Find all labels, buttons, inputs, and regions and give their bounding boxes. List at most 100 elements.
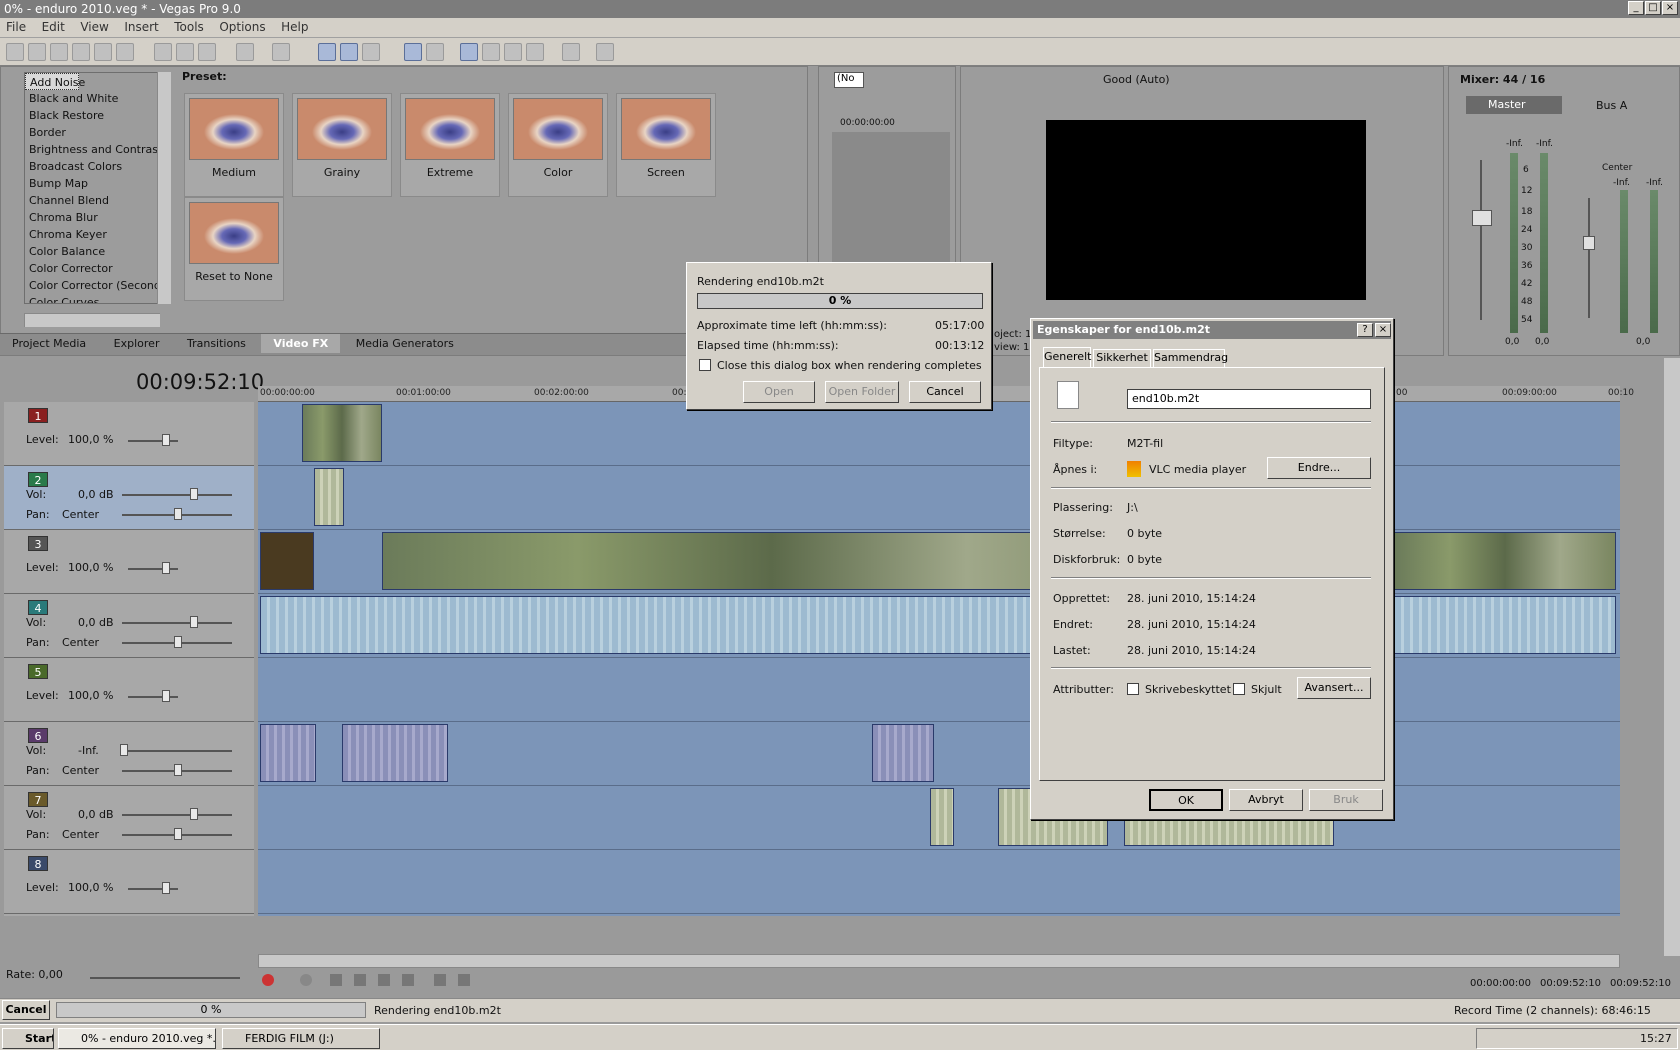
minimize-button[interactable]: _ (1628, 1, 1644, 15)
menu-view[interactable]: View (74, 18, 114, 34)
pan-slider[interactable] (174, 828, 182, 840)
menu-file[interactable]: File (0, 18, 32, 34)
preset-extreme[interactable]: Extreme (400, 93, 500, 197)
tab-generelt[interactable]: Generelt (1043, 347, 1091, 367)
play-from-start-icon[interactable] (330, 974, 342, 986)
zoom-tool-icon[interactable] (526, 43, 544, 61)
track-header-3[interactable]: 3 Level: 100,0 % (4, 530, 254, 594)
audio-clip[interactable] (260, 724, 316, 782)
fx-item[interactable]: Color Balance (25, 243, 159, 260)
bus-fader[interactable] (1583, 236, 1595, 250)
go-to-start-icon[interactable] (434, 974, 446, 986)
undo-icon[interactable] (236, 43, 254, 61)
save-as-icon[interactable] (72, 43, 90, 61)
track-header-6[interactable]: 6 Vol: -Inf. Pan: Center (4, 722, 254, 786)
audio-clip[interactable] (260, 596, 1160, 654)
pause-icon[interactable] (378, 974, 390, 986)
close-button[interactable]: × (1662, 1, 1678, 15)
timeline-vscrollbar[interactable] (1664, 358, 1680, 956)
tab-video-fx[interactable]: Video FX (261, 334, 341, 353)
pan-crop-icon[interactable] (562, 43, 580, 61)
video-clip[interactable] (302, 404, 382, 462)
tab-project-media[interactable]: Project Media (0, 334, 98, 353)
taskbar-item-vegas[interactable]: 0% - enduro 2010.veg *... (58, 1028, 216, 1049)
envelope-tool-icon[interactable] (482, 43, 500, 61)
fx-list-hscrollbar[interactable] (24, 313, 160, 327)
open-folder-button[interactable]: Open Folder (825, 381, 899, 403)
fx-item[interactable]: Bump Map (25, 175, 159, 192)
timeline-tracks[interactable] (258, 402, 1620, 916)
rate-slider[interactable] (90, 977, 240, 979)
menu-tools[interactable]: Tools (168, 18, 210, 34)
vol-slider[interactable] (190, 616, 198, 628)
preview-quality[interactable]: Good (Auto) (1103, 73, 1170, 86)
fx-item[interactable]: Chroma Keyer (25, 226, 159, 243)
level-slider[interactable] (162, 562, 170, 574)
properties-icon[interactable] (116, 43, 134, 61)
vol-slider[interactable] (190, 488, 198, 500)
help-cursor-icon[interactable] (596, 43, 614, 61)
audio-clip[interactable] (930, 788, 954, 846)
cancel-button[interactable]: Avbryt (1229, 789, 1303, 811)
video-clip[interactable] (1394, 532, 1616, 590)
preset-color[interactable]: Color (508, 93, 608, 197)
menu-insert[interactable]: Insert (118, 18, 164, 34)
change-button[interactable]: Endre... (1267, 457, 1371, 479)
fx-item[interactable]: Color Corrector (Secondary) (25, 277, 159, 294)
copy-icon[interactable] (176, 43, 194, 61)
audio-clip[interactable] (342, 724, 448, 782)
pan-value[interactable]: Center (62, 828, 99, 841)
selection-tool-icon[interactable] (504, 43, 522, 61)
filename-field[interactable]: end10b.m2t (1127, 389, 1371, 409)
track-header-4[interactable]: 4 Vol: 0,0 dB Pan: Center (4, 594, 254, 658)
audio-clip[interactable] (314, 468, 344, 526)
fx-item[interactable]: Black Restore (25, 107, 159, 124)
apply-button[interactable]: Bruk (1309, 789, 1383, 811)
tab-sikkerhet[interactable]: Sikkerhet (1093, 349, 1151, 367)
tab-sammendrag[interactable]: Sammendrag (1153, 349, 1228, 367)
tab-media-generators[interactable]: Media Generators (344, 334, 466, 353)
fx-item[interactable]: Channel Blend (25, 192, 159, 209)
vol-slider[interactable] (190, 808, 198, 820)
master-fader[interactable] (1472, 210, 1492, 226)
hidden-checkbox[interactable] (1233, 683, 1245, 695)
tab-transitions[interactable]: Transitions (175, 334, 258, 353)
open-button[interactable]: Open (743, 381, 815, 403)
pan-slider[interactable] (174, 764, 182, 776)
new-icon[interactable] (6, 43, 24, 61)
pan-slider[interactable] (174, 508, 182, 520)
render-icon[interactable] (94, 43, 112, 61)
track-header-2[interactable]: 2 Vol: 0,0 dB Pan: Center (4, 466, 254, 530)
save-icon[interactable] (50, 43, 68, 61)
track-header-7[interactable]: 7 Vol: 0,0 dB Pan: Center (4, 786, 254, 850)
loop-icon[interactable] (300, 974, 312, 986)
taskbar-item-explorer[interactable]: FERDIG FILM (J:) (222, 1028, 380, 1049)
fx-item[interactable]: Color Curves (25, 294, 159, 303)
menu-options[interactable]: Options (213, 18, 271, 34)
fx-item[interactable]: Add Noise (25, 73, 85, 90)
snap-icon[interactable] (318, 43, 336, 61)
track-header-1[interactable]: 1 Level: 100,0 % (4, 402, 254, 466)
level-slider[interactable] (162, 882, 170, 894)
level-slider[interactable] (162, 690, 170, 702)
paste-icon[interactable] (198, 43, 216, 61)
open-icon[interactable] (28, 43, 46, 61)
cancel-render-button[interactable]: Cancel (909, 381, 981, 403)
fx-item[interactable]: Broadcast Colors (25, 158, 159, 175)
redo-icon[interactable] (272, 43, 290, 61)
status-cancel-button[interactable]: Cancel (2, 1000, 50, 1020)
ignore-grouping-icon[interactable] (426, 43, 444, 61)
auto-crossfade-icon[interactable] (340, 43, 358, 61)
cut-icon[interactable] (154, 43, 172, 61)
fx-item[interactable]: Border (25, 124, 159, 141)
trimmer-dropdown[interactable]: (No (834, 72, 864, 88)
track-header-5[interactable]: 5 Level: 100,0 % (4, 658, 254, 722)
tab-explorer[interactable]: Explorer (102, 334, 172, 353)
fx-item[interactable]: Chroma Blur (25, 209, 159, 226)
menu-edit[interactable]: Edit (36, 18, 71, 34)
readonly-checkbox[interactable] (1127, 683, 1139, 695)
go-to-end-icon[interactable] (458, 974, 470, 986)
preset-screen[interactable]: Screen (616, 93, 716, 197)
preset-grainy[interactable]: Grainy (292, 93, 392, 197)
menu-help[interactable]: Help (275, 18, 314, 34)
